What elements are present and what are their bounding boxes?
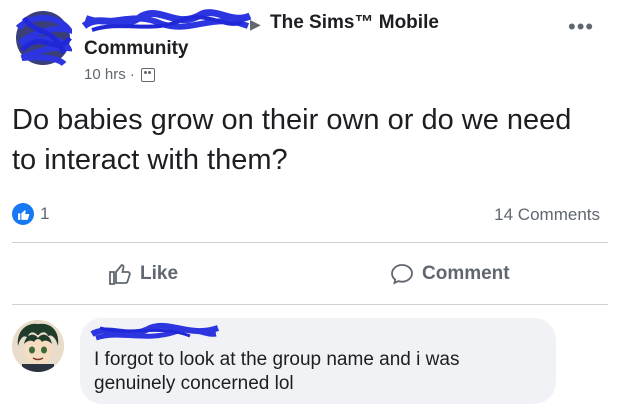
comment-text: I forgot to look at the group name and i… [94, 349, 460, 394]
like-reaction-icon [12, 203, 34, 225]
post-header: ▶ The Sims™ Mobile Community 10 hrs · ••… [0, 0, 620, 96]
group-name[interactable]: The Sims™ Mobile [270, 12, 439, 34]
reaction-summary[interactable]: 1 [12, 203, 49, 225]
arrow-right-icon: ▶ [250, 16, 261, 32]
group-privacy-icon [140, 67, 155, 82]
action-bar: Like Comment [0, 252, 620, 300]
comment-label: Comment [422, 263, 510, 284]
like-count: 1 [40, 204, 50, 223]
post-time[interactable]: 10 hrs · [84, 66, 135, 83]
comment-item: I forgot to look at the group name and i… [12, 318, 612, 408]
commenter-avatar[interactable] [12, 320, 64, 372]
more-options-button[interactable]: ••• [568, 14, 594, 40]
post-meta: 10 hrs · [84, 66, 155, 83]
divider [12, 304, 608, 305]
comments-count-link[interactable]: 14 Comments [494, 205, 600, 225]
comment-bubble-icon [391, 264, 413, 285]
thumbs-up-icon [109, 264, 131, 285]
like-button[interactable]: Like [108, 262, 178, 286]
comment-button[interactable]: Comment [390, 262, 510, 286]
redacted-author-name[interactable] [82, 6, 252, 36]
post-text: Do babies grow on their own or do we nee… [12, 104, 572, 176]
redacted-avatar[interactable] [14, 8, 72, 68]
group-name-line2[interactable]: Community [84, 38, 189, 60]
comment-bubble: I forgot to look at the group name and i… [80, 318, 556, 404]
divider [12, 242, 608, 243]
like-label: Like [140, 263, 179, 284]
redacted-commenter-name[interactable] [90, 320, 220, 344]
